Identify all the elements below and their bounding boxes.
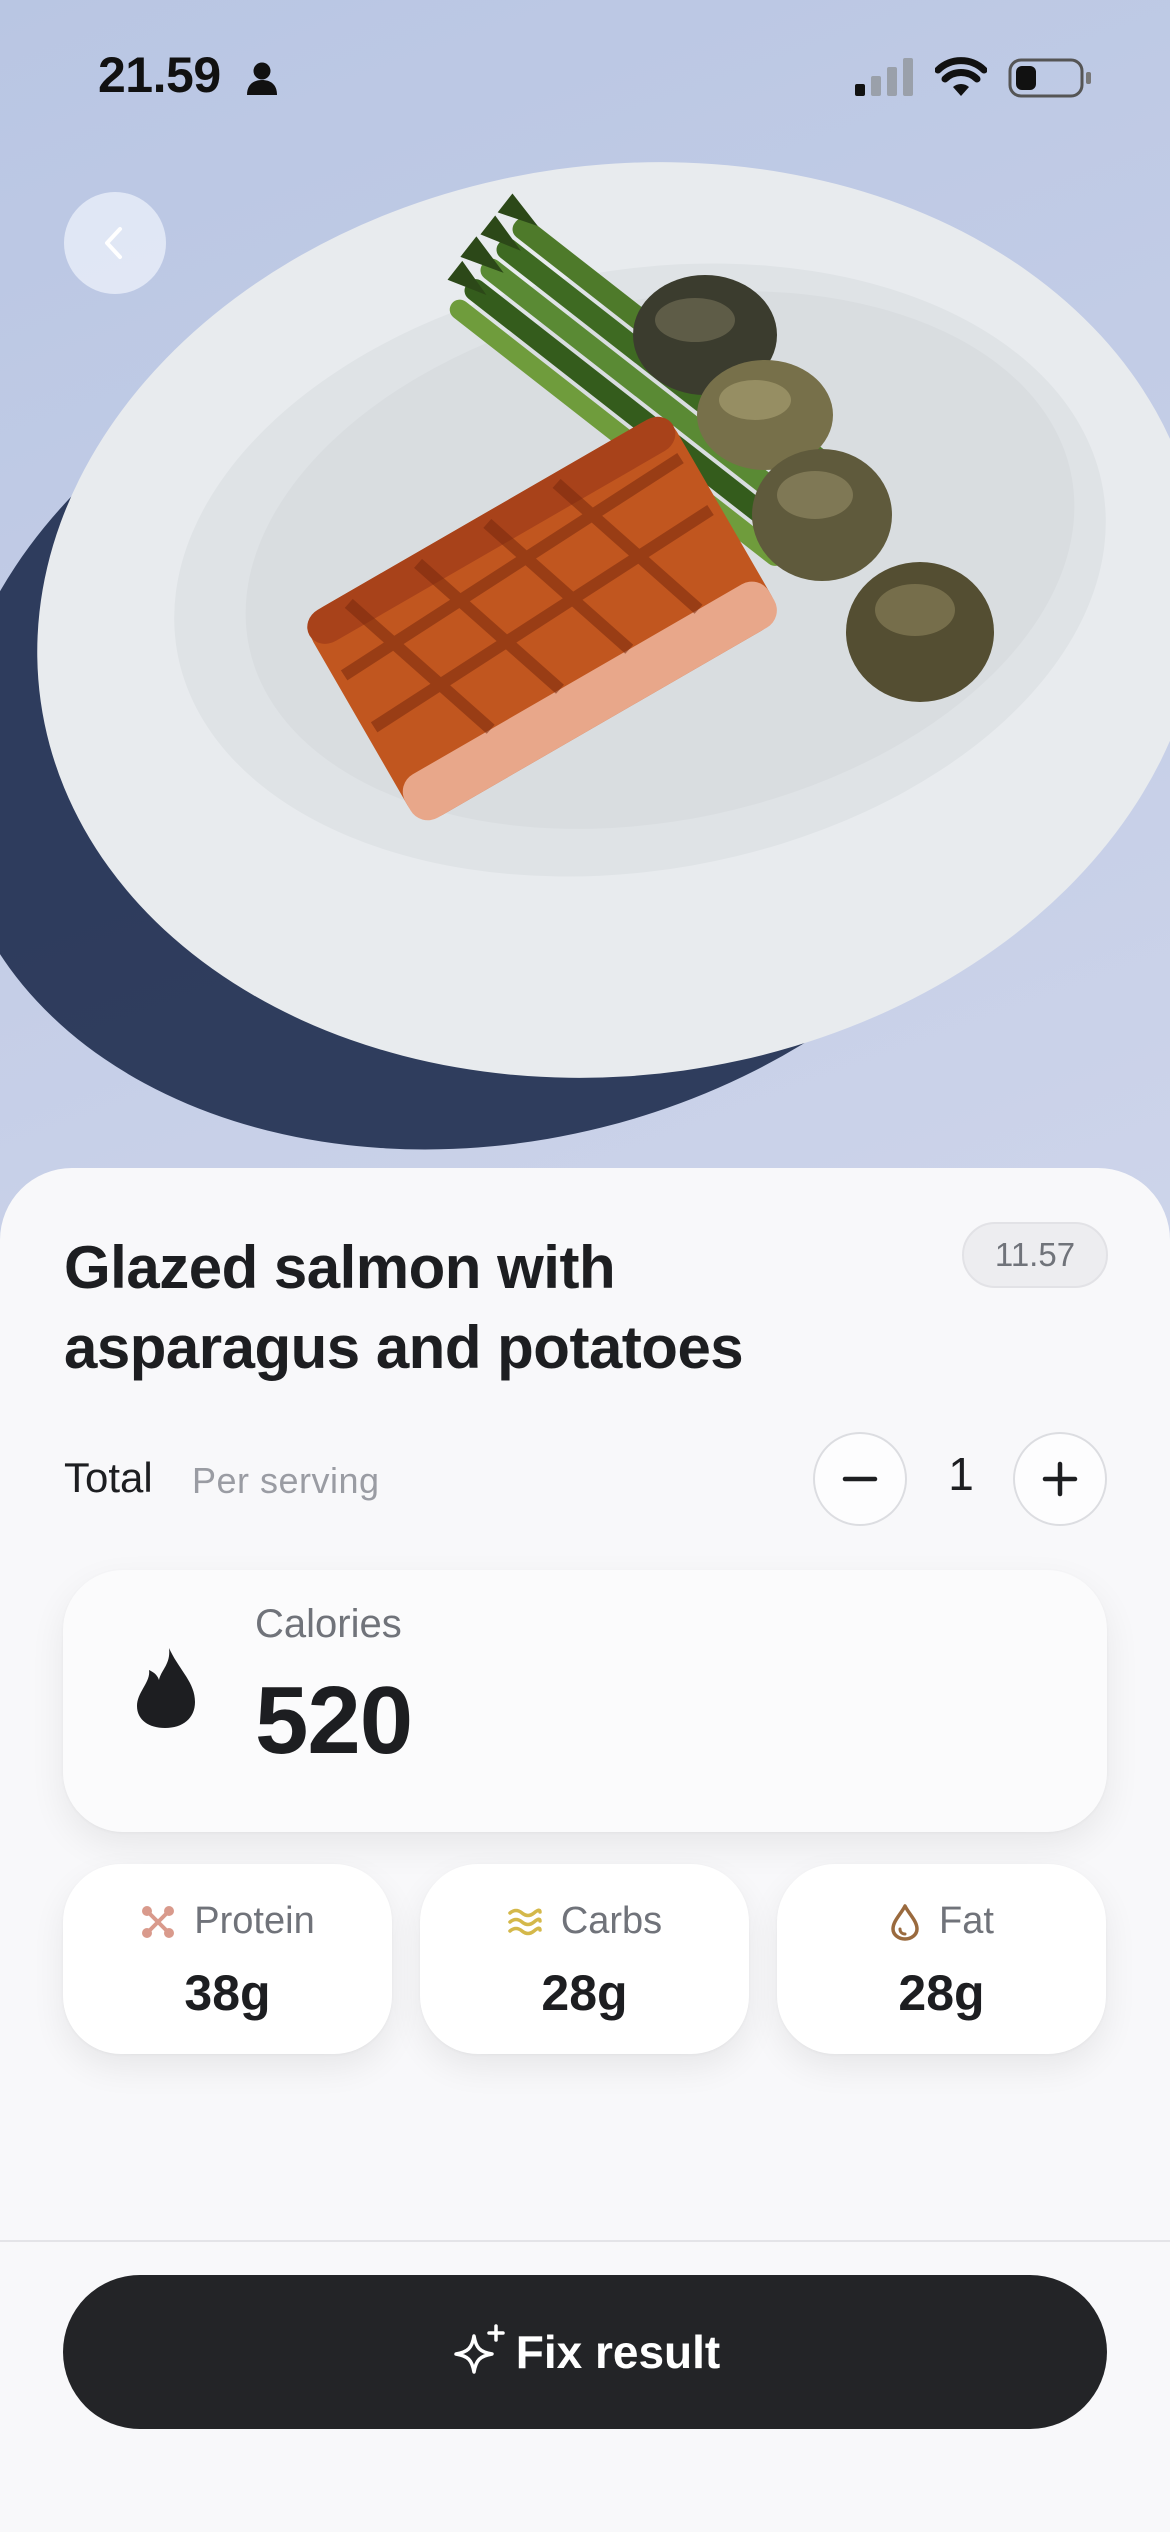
meal-photo	[0, 0, 1170, 1240]
fix-result-button[interactable]: Fix result	[63, 2275, 1107, 2429]
protein-label: Protein	[194, 1900, 315, 1942]
calories-card[interactable]: Calories 520	[63, 1570, 1107, 1832]
fat-value: 28g	[898, 1965, 985, 2021]
fix-result-label: Fix result	[515, 2326, 721, 2378]
calories-value: 520	[255, 1667, 413, 1774]
carbs-header: Carbs	[420, 1900, 749, 1943]
per-serving-label: Per serving	[192, 1460, 380, 1501]
back-button[interactable]	[64, 192, 166, 294]
fat-card[interactable]: Fat 28g	[777, 1864, 1106, 2054]
time-badge: 11.57	[962, 1222, 1108, 1288]
serving-quantity: 1	[948, 1448, 974, 1500]
battery-icon	[1008, 58, 1091, 98]
minus-icon	[842, 1476, 878, 1482]
status-time: 21.59	[98, 47, 221, 103]
increase-serving-button[interactable]	[1013, 1432, 1107, 1526]
calories-label: Calories	[255, 1602, 402, 1646]
decrease-serving-button[interactable]	[813, 1432, 907, 1526]
protein-value: 38g	[184, 1965, 271, 2021]
fat-label: Fat	[939, 1900, 994, 1942]
wifi-icon	[935, 57, 987, 96]
fat-header: Fat	[777, 1900, 1106, 1943]
carbs-value: 28g	[541, 1965, 628, 2021]
status-bar: 21.59	[0, 0, 1170, 150]
flame-icon	[137, 1648, 195, 1728]
sparkle-icon	[453, 2324, 505, 2374]
carbs-icon	[508, 1908, 542, 1935]
carbs-label: Carbs	[560, 1900, 663, 1942]
protein-header: Protein	[63, 1900, 392, 1943]
person-icon	[247, 62, 277, 95]
plus-icon	[1042, 1461, 1078, 1497]
carbs-card[interactable]: Carbs 28g	[420, 1864, 749, 2054]
protein-icon	[142, 1905, 175, 1938]
cellular-signal-icon	[855, 58, 913, 96]
chevron-left-icon	[105, 227, 122, 259]
meal-photo-illustration	[0, 162, 1170, 1150]
protein-card[interactable]: Protein 38g	[63, 1864, 392, 2054]
total-label: Total	[64, 1454, 153, 1501]
fat-drop-icon	[891, 1903, 919, 1941]
meal-title: Glazed salmon with asparagus and potatoe…	[64, 1234, 744, 1381]
